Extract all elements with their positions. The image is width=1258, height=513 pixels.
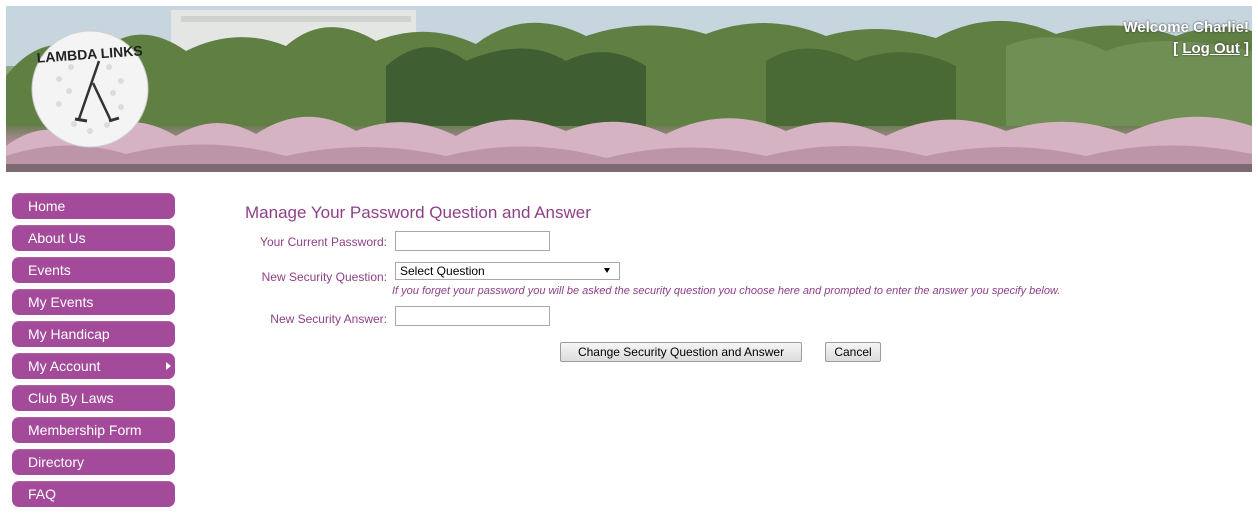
lambda-links-logo[interactable]: LAMBDA LINKS bbox=[29, 19, 151, 159]
welcome-text: Welcome Charlie! bbox=[1123, 19, 1249, 36]
sidebar-item-events[interactable]: Events bbox=[12, 257, 175, 283]
sidebar-nav: Home About Us Events My Events My Handic… bbox=[12, 193, 175, 513]
sidebar-item-label: Directory bbox=[28, 454, 85, 470]
sidebar-item-label: Membership Form bbox=[28, 422, 142, 438]
welcome-block: Welcome Charlie! [ Log Out ] bbox=[1123, 17, 1249, 59]
sidebar-item-label: FAQ bbox=[28, 486, 57, 502]
sidebar-item-membership-form[interactable]: Membership Form bbox=[12, 417, 175, 443]
sidebar-item-label: About Us bbox=[28, 230, 86, 246]
dropdown-caret-icon bbox=[604, 268, 610, 273]
sidebar-item-faq[interactable]: FAQ bbox=[12, 481, 175, 507]
sidebar-item-label: Club By Laws bbox=[28, 390, 114, 406]
submenu-arrow-icon bbox=[166, 362, 171, 370]
sidebar-item-directory[interactable]: Directory bbox=[12, 449, 175, 475]
sidebar-item-label: My Account bbox=[28, 358, 101, 374]
current-password-label: Your Current Password: bbox=[260, 235, 387, 249]
security-answer-label: New Security Answer: bbox=[270, 312, 387, 326]
security-question-selected: Select Question bbox=[400, 264, 485, 278]
cancel-button[interactable]: Cancel bbox=[825, 342, 881, 362]
current-password-input[interactable] bbox=[395, 231, 550, 251]
logout-link[interactable]: Log Out bbox=[1182, 40, 1239, 57]
sidebar-item-about-us[interactable]: About Us bbox=[12, 225, 175, 251]
change-security-button[interactable]: Change Security Question and Answer bbox=[560, 342, 802, 362]
header-banner: LAMBDA LINKS Welcome Charlie! [ Log Out … bbox=[6, 6, 1252, 172]
sidebar-item-label: Events bbox=[28, 262, 71, 278]
sidebar-item-my-handicap[interactable]: My Handicap bbox=[12, 321, 175, 347]
security-question-label: New Security Question: bbox=[261, 270, 387, 284]
sidebar-item-club-by-laws[interactable]: Club By Laws bbox=[12, 385, 175, 411]
security-answer-input[interactable] bbox=[395, 306, 550, 326]
sidebar-item-my-account[interactable]: My Account bbox=[12, 353, 175, 379]
logout-wrapper: [ Log Out ] bbox=[1123, 38, 1249, 59]
security-question-select[interactable]: Select Question bbox=[395, 262, 620, 280]
sidebar-item-label: My Events bbox=[28, 294, 94, 310]
cherry-blossom-photo bbox=[6, 6, 1252, 172]
security-question-hint: If you forget your password you will be … bbox=[392, 285, 1061, 297]
sidebar-item-label: Home bbox=[28, 198, 66, 214]
sidebar-item-home[interactable]: Home bbox=[12, 193, 175, 219]
logout-bracket-close: ] bbox=[1239, 40, 1249, 57]
sidebar-item-label: My Handicap bbox=[28, 326, 110, 342]
page-title: Manage Your Password Question and Answer bbox=[245, 203, 591, 222]
logout-bracket-open: [ bbox=[1173, 40, 1183, 57]
sidebar-item-my-events[interactable]: My Events bbox=[12, 289, 175, 315]
